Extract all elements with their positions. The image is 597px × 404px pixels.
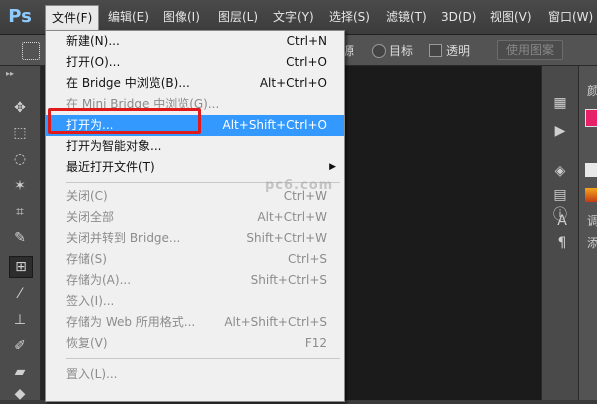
menu-item-shortcut: Ctrl+S bbox=[287, 252, 327, 266]
menu-item-label: 置入(L)... bbox=[66, 367, 118, 381]
patch-tool-icon[interactable] bbox=[22, 42, 40, 60]
color-tab-label[interactable]: 颜 bbox=[587, 82, 597, 99]
menu-item-label: 关闭全部 bbox=[66, 210, 115, 224]
menu-item-save[interactable]: 存储(S) Ctrl+S bbox=[46, 249, 344, 270]
eyedropper-tool-icon[interactable]: ✎ bbox=[9, 228, 31, 248]
menu-item-label: 新建(N)... bbox=[66, 34, 120, 48]
3d-panel-icon[interactable]: ◈ bbox=[550, 162, 570, 180]
menu-item-open[interactable]: 打开(O)... Ctrl+O bbox=[46, 52, 344, 73]
white-swatch[interactable] bbox=[585, 163, 597, 177]
menu-item-label: 签入(I)... bbox=[66, 294, 115, 308]
menu-edit[interactable]: 编辑(E) bbox=[102, 6, 155, 28]
menu-item-label: 关闭(C) bbox=[66, 189, 108, 203]
menu-item-shortcut: Alt+Ctrl+W bbox=[257, 210, 327, 224]
menu-layer[interactable]: 图层(L) bbox=[212, 6, 264, 28]
menu-item-shortcut: Shift+Ctrl+S bbox=[250, 273, 327, 287]
transparent-checkbox[interactable] bbox=[429, 44, 442, 57]
menu-item-label: 打开(O)... bbox=[66, 55, 121, 69]
actions-panel-icon[interactable]: ▶ bbox=[550, 122, 570, 140]
menu-item-label: 最近打开文件(T) bbox=[66, 160, 155, 174]
transparent-label: 透明 bbox=[446, 44, 471, 58]
menu-image[interactable]: 图像(I) bbox=[157, 6, 206, 28]
tools-panel: ▸▸ ✥ ⬚ ◌ ✶ ⌗ ✎ ⊞ ⁄ ⊥ ✐ ▰ ◆ bbox=[0, 66, 41, 402]
marquee-tool-icon[interactable]: ⬚ bbox=[9, 123, 31, 143]
menu-item-shortcut: Ctrl+O bbox=[286, 55, 327, 69]
menu-item-close-all[interactable]: 关闭全部 Alt+Ctrl+W bbox=[46, 207, 344, 228]
menu-item-check-in[interactable]: 签入(I)... bbox=[46, 291, 344, 312]
target-radio[interactable] bbox=[372, 44, 386, 58]
menu-item-save-as[interactable]: 存储为(A)... Shift+Ctrl+S bbox=[46, 270, 344, 291]
adjustments-tab-label[interactable]: 调 bbox=[587, 212, 597, 229]
add-adjustment-label: 添 bbox=[587, 236, 597, 250]
target-option-label: 目标 bbox=[389, 44, 414, 58]
gradient-swatch[interactable] bbox=[585, 188, 597, 202]
character-panel-icon[interactable]: A bbox=[552, 212, 572, 230]
color-panel: 颜 调 添 bbox=[578, 66, 597, 400]
menu-item-shortcut: Alt+Ctrl+O bbox=[259, 76, 327, 90]
brush-tool-icon[interactable]: ⁄ bbox=[9, 284, 31, 304]
menu-item-label: 打开为... bbox=[66, 118, 114, 132]
collapse-icon[interactable]: ▸▸ bbox=[6, 69, 14, 78]
paragraph-panel-icon[interactable]: ¶ bbox=[552, 234, 572, 252]
watermark-text: pc6.com bbox=[265, 178, 334, 193]
crop-tool-icon[interactable]: ⌗ bbox=[9, 202, 31, 222]
menu-item-close-go-bridge[interactable]: 关闭并转到 Bridge... Shift+Ctrl+W bbox=[46, 228, 344, 249]
magic-wand-tool-icon[interactable]: ✶ bbox=[9, 176, 31, 196]
document-canvas bbox=[341, 66, 541, 400]
menu-item-browse-bridge[interactable]: 在 Bridge 中浏览(B)... Alt+Ctrl+O bbox=[46, 73, 344, 94]
menu-select[interactable]: 选择(S) bbox=[323, 6, 376, 28]
menu-item-open-recent[interactable]: 最近打开文件(T) ▶ bbox=[46, 157, 344, 178]
menu-view[interactable]: 视图(V) bbox=[484, 6, 538, 28]
move-tool-icon[interactable]: ✥ bbox=[9, 98, 31, 118]
patch-tool-icon-active[interactable]: ⊞ bbox=[9, 256, 33, 278]
menu-item-shortcut: Shift+Ctrl+W bbox=[246, 231, 327, 245]
menu-item-shortcut: F12 bbox=[304, 336, 327, 350]
lasso-tool-icon[interactable]: ◌ bbox=[9, 149, 31, 169]
menu-item-shortcut: Alt+Shift+Ctrl+S bbox=[224, 315, 327, 329]
menu-item-shortcut: Alt+Shift+Ctrl+O bbox=[222, 118, 327, 132]
menu-item-label: 存储为 Web 所用格式... bbox=[66, 315, 196, 329]
panel-icon-strip: ▦ ▶ ◈ ▤ ⓘ A ¶ bbox=[541, 66, 578, 400]
menu-item-revert[interactable]: 恢复(V) F12 bbox=[46, 333, 344, 354]
file-menu-dropdown: 新建(N)... Ctrl+N 打开(O)... Ctrl+O 在 Bridge… bbox=[45, 30, 345, 402]
eraser-tool-icon[interactable]: ▰ bbox=[9, 362, 31, 382]
use-pattern-button[interactable]: 使用图案 bbox=[497, 40, 564, 60]
menu-item-label: 在 Mini Bridge 中浏览(G)... bbox=[66, 97, 220, 111]
menu-item-place[interactable]: 置入(L)... bbox=[46, 364, 344, 385]
menu-item-label: 恢复(V) bbox=[66, 336, 108, 350]
menu-item-open-as-smart-object[interactable]: 打开为智能对象... bbox=[46, 136, 344, 157]
menu-item-label: 在 Bridge 中浏览(B)... bbox=[66, 76, 190, 90]
fill-tool-icon[interactable]: ◆ bbox=[9, 384, 31, 404]
properties-panel-icon[interactable]: ▤ bbox=[550, 186, 570, 204]
menu-item-save-for-web[interactable]: 存储为 Web 所用格式... Alt+Shift+Ctrl+S bbox=[46, 312, 344, 333]
menu-item-browse-mini-bridge[interactable]: 在 Mini Bridge 中浏览(G)... bbox=[46, 94, 344, 115]
menu-item-open-as[interactable]: 打开为... Alt+Shift+Ctrl+O bbox=[46, 115, 344, 136]
menu-3d[interactable]: 3D(D) bbox=[435, 6, 482, 28]
stamp-tool-icon[interactable]: ⊥ bbox=[9, 310, 31, 330]
menu-separator bbox=[66, 358, 340, 359]
menu-filter[interactable]: 滤镜(T) bbox=[380, 6, 433, 28]
menu-window[interactable]: 窗口(W) bbox=[542, 6, 597, 28]
menu-item-label: 关闭并转到 Bridge... bbox=[66, 231, 181, 245]
menu-item-new[interactable]: 新建(N)... Ctrl+N bbox=[46, 31, 344, 52]
submenu-arrow-icon: ▶ bbox=[329, 162, 336, 172]
foreground-color-swatch[interactable] bbox=[585, 109, 597, 127]
menu-item-label: 存储(S) bbox=[66, 252, 107, 266]
menu-item-label: 存储为(A)... bbox=[66, 273, 132, 287]
photoshop-logo: Ps bbox=[8, 6, 32, 27]
menu-item-label: 打开为智能对象... bbox=[66, 139, 162, 153]
history-brush-tool-icon[interactable]: ✐ bbox=[9, 336, 31, 356]
menu-item-shortcut: Ctrl+N bbox=[286, 34, 327, 48]
menu-type[interactable]: 文字(Y) bbox=[267, 6, 320, 28]
history-panel-icon[interactable]: ▦ bbox=[550, 94, 570, 112]
